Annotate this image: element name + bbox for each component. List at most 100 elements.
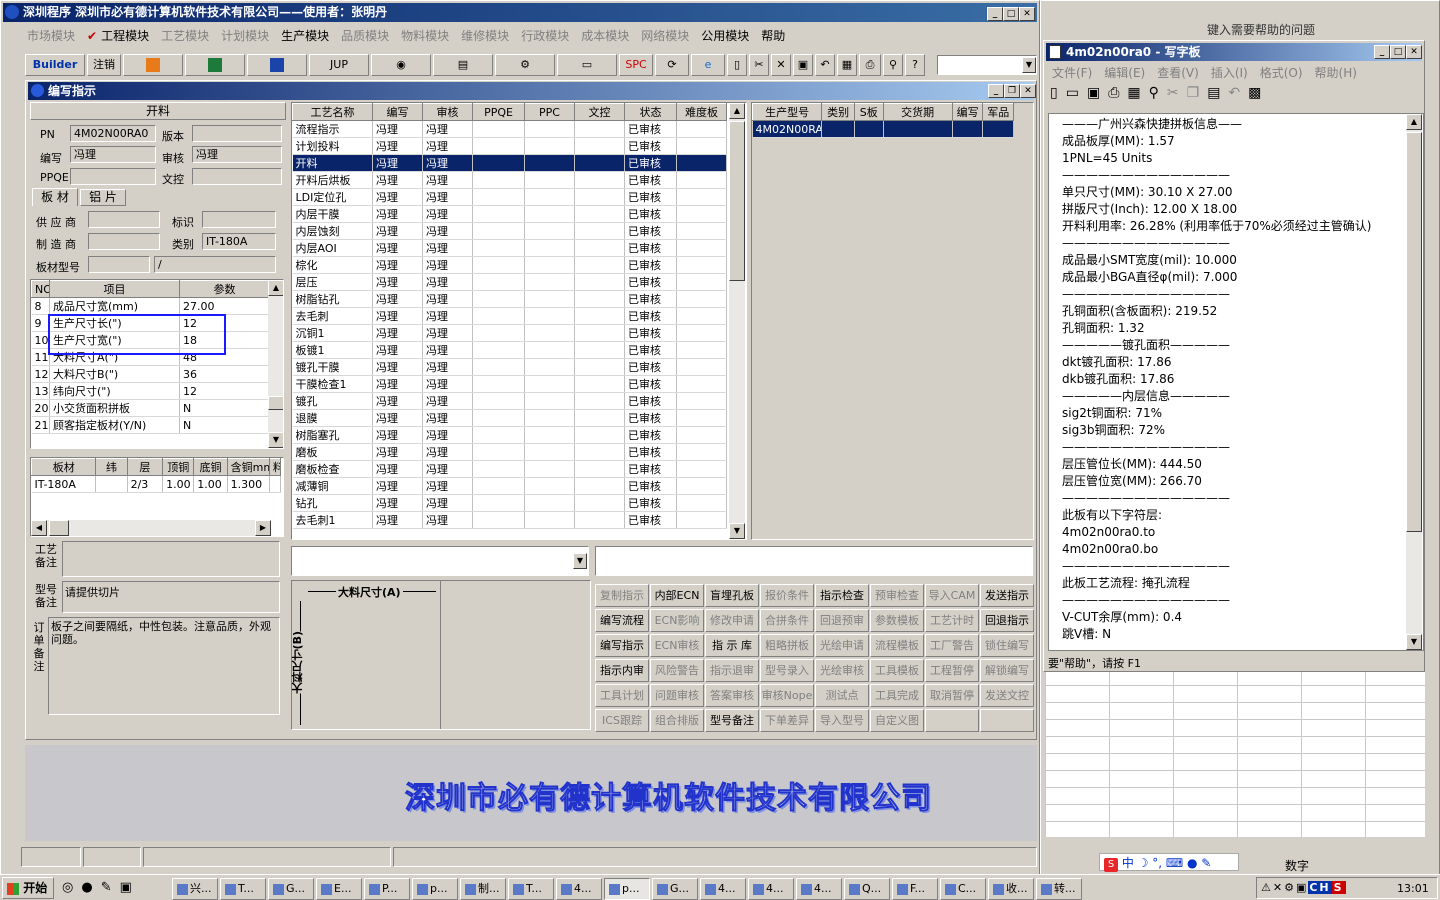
new-icon[interactable]: ▯ <box>727 54 747 76</box>
toolbar-combo[interactable]: ▼ <box>937 55 1037 75</box>
copy-icon[interactable]: ❐ <box>1187 85 1208 101</box>
taskbar-item[interactable]: 兴... <box>172 878 218 900</box>
action-button[interactable]: 答案审核 <box>705 684 759 707</box>
menu-item-3[interactable]: 计划模块 <box>221 27 269 44</box>
process-header[interactable]: 审核 <box>422 103 473 121</box>
model-header[interactable]: 类别 <box>821 103 855 121</box>
open-icon[interactable]: ▭ <box>1066 85 1087 101</box>
param-header[interactable]: 项目 <box>49 280 180 298</box>
taskbar-item[interactable]: C... <box>940 878 986 900</box>
action-button[interactable]: 编写流程 <box>595 609 649 632</box>
taskbar-item[interactable]: G... <box>652 878 698 900</box>
action-button[interactable]: 组合排版 <box>650 709 704 732</box>
menu-item-12[interactable]: 帮助 <box>761 27 785 44</box>
action-button[interactable]: 工厂警告 <box>925 634 979 657</box>
save-icon[interactable]: ▣ <box>793 54 813 76</box>
model-header[interactable]: 生产型号 <box>752 103 823 121</box>
model-header[interactable]: 编写 <box>951 103 984 121</box>
undo-icon[interactable]: ↶ <box>815 54 835 76</box>
save-doc-icon[interactable]: ▣ <box>1087 85 1108 101</box>
process-row[interactable]: 减薄铜 冯理 冯理 已审核 <box>292 477 727 495</box>
process-row[interactable]: 去毛刺 冯理 冯理 已审核 <box>292 307 727 325</box>
builder-button[interactable]: Builder <box>25 54 85 76</box>
menu-item-0[interactable]: 市场模块 <box>27 27 75 44</box>
process-row[interactable]: 开料后烘板 冯理 冯理 已审核 <box>292 171 727 189</box>
action-button[interactable]: 取消暂停 <box>925 684 979 707</box>
action-button[interactable]: 指示内审 <box>595 659 649 682</box>
order-remark-field[interactable]: 板子之间要隔纸，中性包装。注意品质，外观问题。 <box>48 617 280 715</box>
process-row[interactable]: 开料 冯理 冯理 已审核 <box>292 154 727 172</box>
action-button[interactable]: 工具模板 <box>870 659 924 682</box>
taskbar-item[interactable]: 制... <box>460 878 506 900</box>
close-button[interactable]: ✕ <box>1019 7 1035 21</box>
category-field[interactable]: IT-180A <box>202 233 276 250</box>
child-restore-button[interactable]: ❐ <box>1004 84 1020 98</box>
action-button[interactable]: 回退预审 <box>815 609 869 632</box>
menu-item-7[interactable]: 维修模块 <box>461 27 509 44</box>
main-titlebar[interactable]: 深圳程序 深圳市必有德计算机软件技术有限公司——使用者：张明丹 <box>3 3 1037 22</box>
cut-icon[interactable]: ✂ <box>749 54 769 76</box>
paste-icon[interactable]: ▤ <box>1207 85 1228 101</box>
doc-control-field[interactable] <box>192 168 282 185</box>
taskbar-item[interactable]: G... <box>268 878 314 900</box>
menu-item-5[interactable]: 品质模块 <box>341 27 389 44</box>
process-row[interactable]: 磨板检查 冯理 冯理 已审核 <box>292 460 727 478</box>
action-button[interactable]: 自定义图 <box>870 709 924 732</box>
refresh-icon[interactable]: ⟳ <box>655 54 689 76</box>
process-row[interactable]: 磨板 冯理 冯理 已审核 <box>292 443 727 461</box>
taskbar-item[interactable]: 转... <box>1036 878 1082 900</box>
action-button[interactable]: 型号备注 <box>705 709 759 732</box>
maximize-button[interactable]: □ <box>1003 7 1019 21</box>
taskbar-item[interactable]: T... <box>220 878 266 900</box>
child-titlebar[interactable]: 编写指示 <box>28 82 1034 100</box>
action-button[interactable]: 审核Nope <box>760 684 814 707</box>
menu-item-4[interactable]: 生产模块 <box>281 27 329 44</box>
action-button[interactable]: 锁住编写 <box>980 634 1034 657</box>
taskbar-item[interactable]: p... <box>604 878 650 900</box>
quick-launch-icon-4[interactable]: ▣ <box>120 880 140 895</box>
process-header[interactable]: PPC <box>524 103 575 121</box>
menu-item-8[interactable]: 行政模块 <box>521 27 569 44</box>
param-header[interactable]: 参数 <box>179 280 270 298</box>
menu-item-9[interactable]: 成本模块 <box>581 27 629 44</box>
taskbar-item[interactable]: 收... <box>988 878 1034 900</box>
child-minimize-button[interactable]: _ <box>988 84 1004 98</box>
monitor-icon[interactable]: ▭ <box>557 54 617 76</box>
taskbar-item[interactable]: 4... <box>796 878 842 900</box>
minimize-button[interactable]: _ <box>987 7 1003 21</box>
action-button[interactable]: 复制指示 <box>595 584 649 607</box>
wordpad-menu-item-2[interactable]: 查看(V) <box>1157 64 1199 81</box>
menu-item-1[interactable]: 工程模块 <box>101 27 149 44</box>
param-row[interactable]: 20 小交货面积拼板 N <box>31 399 270 417</box>
datetime-icon[interactable]: ▩ <box>1248 85 1269 101</box>
process-header[interactable]: 状态 <box>624 103 677 121</box>
param-scrollbar[interactable]: ▲ ▼ <box>268 280 283 448</box>
board-row[interactable]: IT-180A 2/3 1.00 1.00 1.300 <box>31 475 282 493</box>
wordpad-scrollbar[interactable]: ▲ ▼ <box>1406 114 1422 650</box>
preview-doc-icon[interactable]: ▦ <box>1127 85 1148 101</box>
wordpad-minimize-button[interactable]: _ <box>1374 45 1390 59</box>
process-header[interactable]: 文控 <box>574 103 625 121</box>
tray-icons[interactable]: ⚠✕⚙▣CH S <box>1261 881 1346 894</box>
cut-doc-icon[interactable]: ✂ <box>1167 85 1187 101</box>
process-row[interactable]: 树脂塞孔 冯理 冯理 已审核 <box>292 426 727 444</box>
board-header[interactable]: 纬 <box>95 458 128 476</box>
action-button[interactable] <box>925 709 979 732</box>
undo-doc-icon[interactable]: ↶ <box>1228 85 1248 101</box>
process-header[interactable]: 工艺名称 <box>292 103 373 121</box>
excel-help-box[interactable]: 键入需要帮助的问题 <box>1207 21 1347 39</box>
ppqe-field[interactable] <box>70 168 156 185</box>
wordpad-close-button[interactable]: ✕ <box>1406 45 1422 59</box>
maker-field[interactable] <box>88 233 160 250</box>
action-button[interactable]: 工艺计时 <box>925 609 979 632</box>
tool-icon-1[interactable] <box>123 54 183 76</box>
param-row[interactable]: 13 纬向尺寸(") 12 <box>31 382 270 400</box>
wordpad-menu-item-5[interactable]: 帮助(H) <box>1315 64 1357 81</box>
board-header[interactable]: 底铜 <box>193 458 228 476</box>
taskbar-item[interactable]: 4... <box>748 878 794 900</box>
process-header[interactable]: PPQE <box>472 103 525 121</box>
menu-item-6[interactable]: 物料模块 <box>401 27 449 44</box>
action-button[interactable]: 问题审核 <box>650 684 704 707</box>
action-button[interactable]: 测试点 <box>815 684 869 707</box>
menu-item-2[interactable]: 工艺模块 <box>161 27 209 44</box>
